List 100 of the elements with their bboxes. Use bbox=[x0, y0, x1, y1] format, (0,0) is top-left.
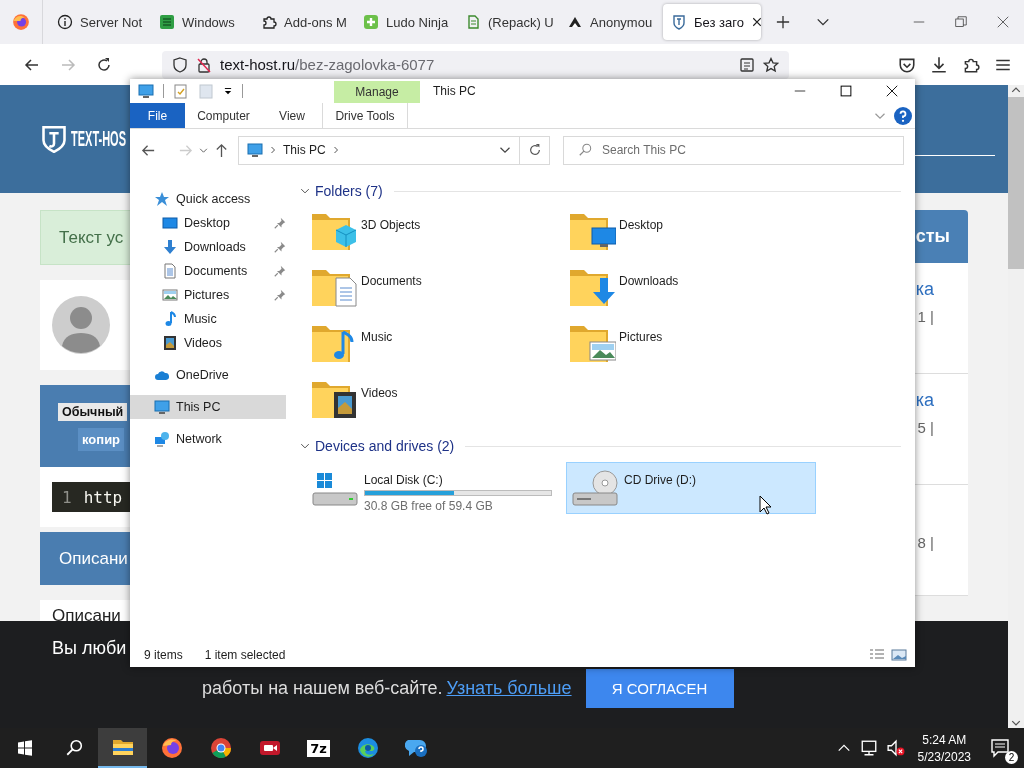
document-icon bbox=[162, 263, 178, 279]
circle-logo-icon bbox=[208, 736, 233, 760]
paste-meta: 1 | bbox=[917, 308, 934, 325]
item-count: 9 items bbox=[144, 648, 183, 662]
browser-tab[interactable]: Ludo Ninja bbox=[355, 4, 457, 40]
window-title: This PC bbox=[433, 84, 476, 98]
large-icons-view-icon[interactable] bbox=[891, 647, 907, 663]
cookie-text: Вы люби bbox=[52, 638, 127, 658]
section-title: Описани bbox=[59, 548, 128, 569]
back-icon[interactable] bbox=[24, 56, 40, 73]
download-icon bbox=[162, 239, 178, 255]
browser-tab[interactable]: (Repack) U bbox=[457, 4, 559, 40]
computer-icon bbox=[138, 83, 154, 99]
context-tab-header: Manage bbox=[334, 81, 420, 103]
ribbon-tab[interactable]: View bbox=[262, 103, 322, 128]
collapse-chevron-icon[interactable] bbox=[300, 441, 310, 451]
search-icon bbox=[578, 143, 592, 157]
browser-tab[interactable]: Server Not bbox=[49, 4, 151, 40]
nav-item[interactable]: Music bbox=[130, 307, 286, 331]
refresh-icon bbox=[527, 143, 542, 157]
music-note-icon bbox=[162, 311, 178, 327]
folder-item[interactable]: Pictures bbox=[568, 312, 826, 368]
breadcrumb-chevron-icon bbox=[269, 146, 277, 154]
format-label: Обычный bbox=[58, 403, 128, 421]
shield-icon bbox=[172, 56, 188, 73]
breadcrumb-chevron-icon bbox=[331, 146, 340, 154]
mouse-pointer-icon bbox=[759, 495, 772, 515]
folder-item[interactable]: Videos bbox=[310, 368, 568, 424]
ribbon-tab[interactable]: Drive Tools bbox=[322, 103, 408, 128]
scroll-up-icon[interactable] bbox=[1011, 85, 1021, 95]
reload-icon[interactable] bbox=[96, 56, 112, 73]
nav-item[interactable]: Desktop bbox=[130, 211, 286, 235]
nav-item[interactable]: Videos bbox=[130, 331, 286, 355]
nav-item[interactable]: This PC bbox=[130, 395, 286, 419]
dropdown-icon[interactable] bbox=[223, 86, 233, 96]
refresh-button[interactable] bbox=[520, 135, 550, 165]
paste-meta: 8 | bbox=[917, 534, 934, 551]
download-icon[interactable] bbox=[930, 55, 948, 74]
network-icon bbox=[154, 431, 170, 447]
collapse-chevron-icon[interactable] bbox=[300, 186, 310, 196]
close-icon[interactable] bbox=[886, 85, 898, 97]
address-field[interactable]: This PC bbox=[238, 135, 520, 165]
scroll-down-icon[interactable] bbox=[1011, 718, 1021, 728]
shield-icon bbox=[671, 14, 687, 30]
network-icon[interactable] bbox=[859, 739, 878, 757]
close-icon[interactable] bbox=[750, 16, 761, 28]
browser-tab[interactable]: Anonymou bbox=[559, 4, 661, 40]
lock-slash-icon bbox=[196, 56, 212, 73]
ribbon-tab[interactable]: Computer bbox=[185, 103, 262, 128]
restore-icon[interactable] bbox=[955, 16, 967, 28]
windows-logo-icon bbox=[16, 740, 33, 756]
agree-button[interactable]: Я СОГЛАСЕН bbox=[585, 669, 734, 708]
cookie-text: работы на нашем веб-сайте. bbox=[202, 678, 443, 699]
browser-tab[interactable]: Без заго bbox=[663, 4, 761, 40]
group-header[interactable]: Folders (7) bbox=[315, 183, 383, 199]
browser-tab[interactable]: Add-ons M bbox=[253, 4, 355, 40]
code-text: http bbox=[83, 487, 123, 507]
logo-shield-icon bbox=[40, 125, 68, 153]
avatar-icon bbox=[52, 296, 110, 354]
selection-count: 1 item selected bbox=[204, 648, 286, 662]
browser-logo-icon bbox=[159, 736, 184, 760]
film-icon bbox=[162, 335, 178, 351]
nav-item[interactable]: Quick access bbox=[130, 187, 286, 211]
nav-item[interactable]: OneDrive bbox=[130, 363, 286, 387]
paste-link[interactable]: ка bbox=[915, 279, 934, 300]
paste-meta: 5 | bbox=[917, 419, 934, 436]
site-logo[interactable]: TEXT-HOS bbox=[71, 126, 126, 152]
monitor-icon bbox=[162, 215, 178, 231]
address-bar[interactable]: text-host.ru/bez-zagolovka-6077 bbox=[162, 50, 789, 79]
notifications-icon[interactable] bbox=[990, 738, 1010, 758]
learn-more-link[interactable]: Узнать больше bbox=[446, 678, 572, 699]
browser-tab[interactable]: Windows bbox=[151, 4, 253, 40]
taskbar-button[interactable] bbox=[98, 728, 147, 768]
reader-icon[interactable] bbox=[739, 56, 755, 73]
line-number: 1 bbox=[62, 487, 72, 507]
drive-item[interactable]: Local Disk (C:) 30.8 GB free of 59.4 GB bbox=[306, 462, 556, 514]
ribbon-tab[interactable]: File bbox=[130, 103, 185, 128]
nav-item[interactable]: Pictures bbox=[130, 283, 286, 307]
maximize-icon[interactable] bbox=[840, 85, 852, 97]
paste-link[interactable]: ка bbox=[915, 390, 934, 411]
computer-icon bbox=[154, 399, 170, 415]
picture-icon bbox=[162, 287, 178, 303]
up-icon[interactable] bbox=[214, 142, 229, 158]
search-icon bbox=[64, 739, 83, 757]
wave-logo-icon bbox=[355, 736, 380, 760]
clock[interactable]: 5:24 AM 5/23/2023 bbox=[917, 732, 971, 764]
nav-item[interactable]: Network bbox=[130, 427, 286, 451]
description-text: Описани bbox=[52, 606, 121, 625]
scrollbar[interactable] bbox=[1008, 85, 1024, 728]
nav-item[interactable]: Downloads bbox=[130, 235, 286, 259]
drive-item[interactable]: CD Drive (D:) bbox=[566, 462, 816, 514]
search-field[interactable]: Search This PC bbox=[563, 135, 904, 165]
recent-dropdown-icon[interactable] bbox=[199, 145, 208, 155]
taskbar-button[interactable]: 7z bbox=[294, 728, 343, 768]
help-icon[interactable] bbox=[894, 106, 912, 125]
group-header[interactable]: Devices and drives (2) bbox=[315, 438, 455, 454]
star-icon[interactable] bbox=[763, 56, 779, 73]
folder-item[interactable]: Music bbox=[310, 312, 568, 368]
volume-muted-icon[interactable] bbox=[886, 739, 905, 757]
plus-icon[interactable] bbox=[776, 15, 790, 29]
